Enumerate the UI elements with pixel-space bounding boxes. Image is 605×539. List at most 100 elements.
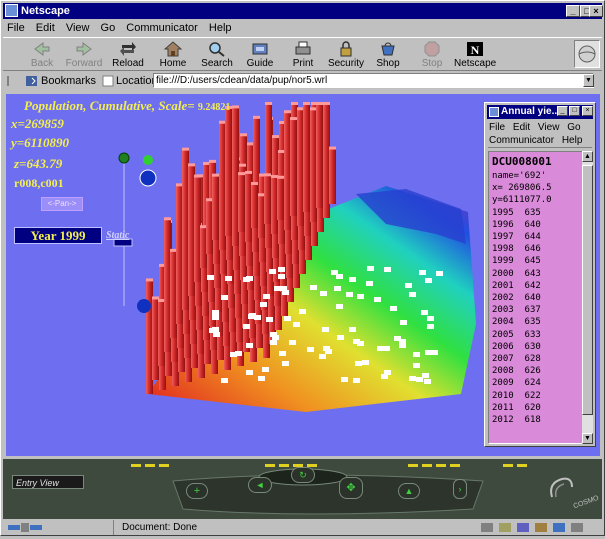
population-bar [323, 104, 330, 218]
population-bar-cap [240, 133, 247, 137]
y-coordinate: y=6110890 [11, 135, 69, 150]
yield-year: 2008 [492, 366, 514, 377]
title-bar[interactable]: Netscape _ □ × [3, 3, 603, 19]
nav-straighten-button[interactable]: › [453, 479, 467, 499]
menu-file[interactable]: File [3, 22, 29, 34]
population-marker [225, 276, 232, 281]
population-bar-cap [247, 142, 254, 146]
population-marker [353, 378, 360, 383]
menu-edit[interactable]: Edit [32, 22, 59, 34]
nav-move-button[interactable]: ✥ [339, 477, 363, 499]
location-dropdown-button[interactable]: ▼ [583, 74, 594, 87]
menu-go[interactable]: Go [97, 22, 120, 34]
population-bar-cap [271, 175, 278, 179]
yield-row: 1996 640 [492, 219, 582, 231]
subwindow-close-button[interactable]: × [582, 106, 593, 116]
submenu-edit[interactable]: Edit [513, 122, 530, 133]
population-marker [278, 267, 285, 272]
population-marker [212, 315, 219, 320]
population-marker [422, 373, 429, 378]
subwindow-maximize-button[interactable]: □ [569, 106, 580, 116]
security-button[interactable]: Security [325, 40, 367, 70]
toolbar-grip[interactable] [7, 76, 17, 86]
netscape-app-icon[interactable] [5, 4, 18, 17]
search-button[interactable]: Search [196, 40, 238, 70]
static-toggle[interactable]: Static [106, 230, 129, 241]
bookmarks-button[interactable]: Bookmarks [41, 72, 96, 90]
yield-value: 622 [524, 390, 541, 401]
page-proxy-icon[interactable] [102, 75, 114, 87]
close-button[interactable]: × [589, 5, 603, 17]
viewpoint-marker-green[interactable] [143, 155, 153, 165]
nav-rotate-button[interactable]: ↻ [291, 467, 315, 483]
stop-button[interactable]: Stop [411, 40, 453, 70]
subwindow-minimize-button[interactable]: _ [557, 106, 568, 116]
yield-row: 2010 622 [492, 390, 582, 402]
population-marker [293, 322, 300, 327]
population-marker [425, 278, 432, 283]
submenu-communicator[interactable]: Communicator [489, 135, 554, 146]
population-bar-cap [265, 102, 272, 105]
vrml-scene-view[interactable]: Population, Cumulative, Scale= 9.24821 x… [6, 94, 600, 456]
population-marker [289, 340, 296, 345]
submenu-view[interactable]: View [538, 122, 560, 133]
yield-row: 2000 643 [492, 268, 582, 280]
population-bar-cap [290, 117, 297, 121]
window-title: Netscape [21, 5, 70, 17]
menu-view[interactable]: View [62, 22, 94, 34]
scroll-down-button[interactable]: ▼ [582, 433, 593, 444]
yield-year: 2003 [492, 305, 514, 316]
yield-row: 1998 646 [492, 243, 582, 255]
yield-value: 644 [524, 232, 541, 243]
submenu-help[interactable]: Help [562, 135, 583, 146]
print-button[interactable]: Print [282, 40, 324, 70]
population-bar [290, 119, 297, 216]
population-marker [337, 335, 344, 340]
menu-communicator[interactable]: Communicator [122, 22, 202, 34]
viewpoint-selector[interactable]: Entry View [12, 475, 84, 489]
svg-text:N: N [471, 43, 480, 57]
yield-value: 618 [524, 415, 541, 426]
reload-button[interactable]: Reload [107, 40, 149, 70]
population-bar-cap [219, 120, 226, 124]
population-bar-cap [245, 170, 252, 174]
population-bar [225, 107, 232, 236]
population-bar-cap [203, 161, 210, 165]
yield-year: 2007 [492, 354, 514, 365]
subwindow-scrollbar[interactable]: ▲ ▼ [582, 151, 593, 444]
submenu-file[interactable]: File [489, 122, 505, 133]
submenu-go[interactable]: Go [567, 122, 580, 133]
annual-yield-data: DCU008001 name='692' x= 269806.5 y=61110… [488, 151, 583, 444]
home-button[interactable]: Home [152, 40, 194, 70]
scroll-up-button[interactable]: ▲ [582, 151, 593, 162]
shop-button[interactable]: Shop [367, 40, 409, 70]
viewpoint-marker-blue[interactable] [139, 169, 157, 187]
nav-tilt-button[interactable]: ◄ [248, 477, 272, 493]
guide-button[interactable]: Guide [239, 40, 281, 70]
population-marker [269, 269, 276, 274]
population-bar-cap [323, 102, 330, 105]
viewpoint-marker-blue-low[interactable] [137, 299, 151, 313]
nav-zoom-button[interactable]: + [186, 483, 208, 499]
scroll-thumb[interactable] [582, 165, 593, 415]
back-button[interactable]: Back [21, 40, 63, 70]
minimize-button[interactable]: _ [566, 5, 580, 17]
netscape-button[interactable]: N Netscape [454, 40, 496, 70]
location-input[interactable]: file:///D:/users/cdean/data/pup/nor5.wrl [153, 73, 594, 88]
forward-button[interactable]: Forward [63, 40, 105, 70]
menu-help[interactable]: Help [205, 22, 236, 34]
population-marker [384, 267, 391, 272]
cell-x: x= 269806.5 [492, 183, 552, 194]
viewpoint-marker-green-dark[interactable] [118, 152, 130, 164]
population-bar [284, 112, 291, 230]
yield-year: 2012 [492, 415, 514, 426]
cell-header: DCU008001 [492, 155, 552, 168]
population-marker [413, 363, 420, 368]
component-bar[interactable] [479, 521, 599, 534]
yield-year: 1997 [492, 232, 514, 243]
nav-seek-button[interactable]: ▲ [398, 483, 420, 499]
population-marker [377, 346, 384, 351]
pan-button[interactable]: <-Pan-> [41, 197, 83, 211]
population-marker [384, 370, 391, 375]
bookmark-icon[interactable] [25, 75, 39, 87]
